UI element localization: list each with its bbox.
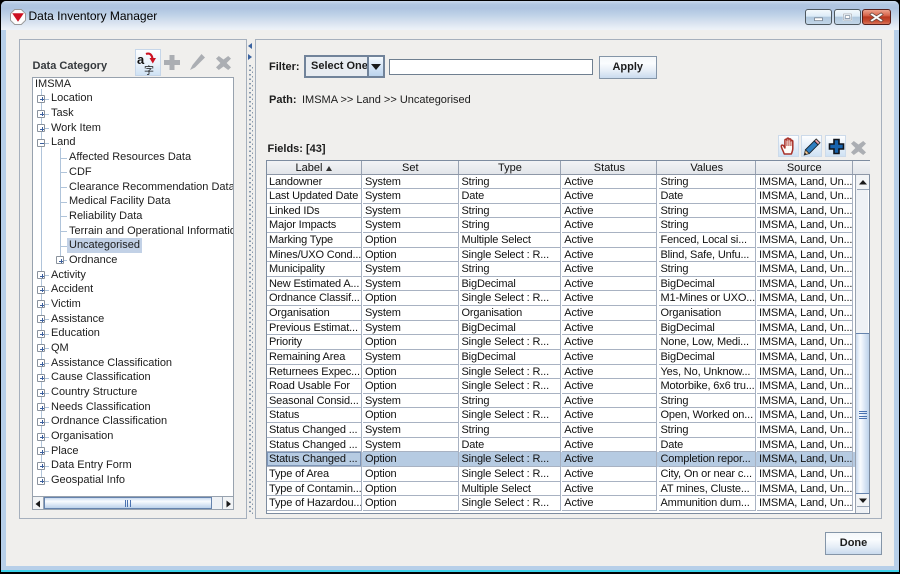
svg-text:a: a <box>137 52 145 67</box>
svg-text:字: 字 <box>144 64 154 76</box>
